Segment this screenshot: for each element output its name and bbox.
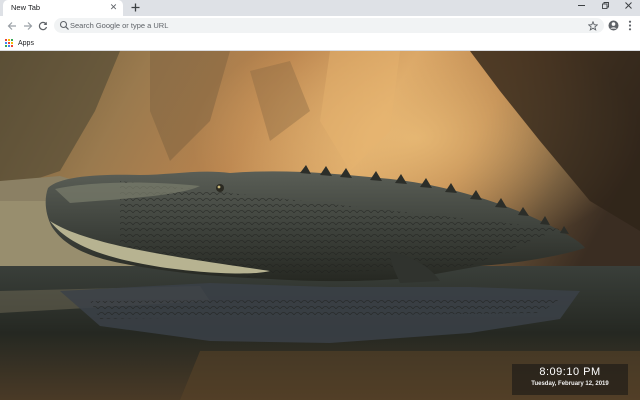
crocodile-photo — [0, 51, 640, 400]
minimize-icon — [577, 5, 585, 6]
new-tab-page: 8:09:10 PM Tuesday, February 12, 2019 — [0, 51, 640, 400]
reload-icon — [38, 21, 47, 30]
restore-icon — [601, 2, 609, 9]
new-tab-button[interactable] — [128, 1, 142, 15]
tab-strip: New Tab ✕ — [0, 0, 640, 16]
profile-button[interactable] — [606, 18, 621, 33]
tab-close-icon[interactable]: ✕ — [108, 2, 119, 13]
more-vert-icon — [628, 20, 631, 31]
reload-button[interactable] — [35, 18, 50, 33]
toolbar — [0, 16, 640, 35]
clock-date: Tuesday, February 12, 2019 — [531, 381, 609, 387]
tab-title: New Tab — [11, 3, 41, 12]
clock-time: 8:09:10 PM — [539, 366, 601, 378]
apps-shortcut[interactable]: Apps — [5, 37, 34, 49]
menu-button[interactable] — [622, 18, 637, 33]
minimize-button[interactable] — [569, 0, 593, 14]
omnibox[interactable] — [54, 18, 604, 33]
arrow-right-icon — [23, 21, 32, 30]
bookmarks-bar: Apps — [0, 35, 640, 51]
close-window-button[interactable] — [616, 0, 640, 14]
account-circle-icon — [608, 20, 619, 31]
restore-button[interactable] — [593, 0, 617, 14]
apps-label: Apps — [18, 39, 34, 47]
forward-button[interactable] — [20, 18, 35, 33]
back-button[interactable] — [4, 18, 19, 33]
tab-new-tab[interactable]: New Tab ✕ — [3, 0, 123, 16]
star-icon — [587, 20, 598, 31]
clock-widget: 8:09:10 PM Tuesday, February 12, 2019 — [512, 364, 628, 395]
arrow-left-icon — [7, 21, 16, 30]
close-icon — [624, 2, 632, 9]
plus-icon — [131, 3, 139, 12]
omnibox-input[interactable] — [69, 18, 570, 33]
apps-grid-icon — [5, 39, 13, 47]
bookmark-star-button[interactable] — [587, 20, 598, 31]
